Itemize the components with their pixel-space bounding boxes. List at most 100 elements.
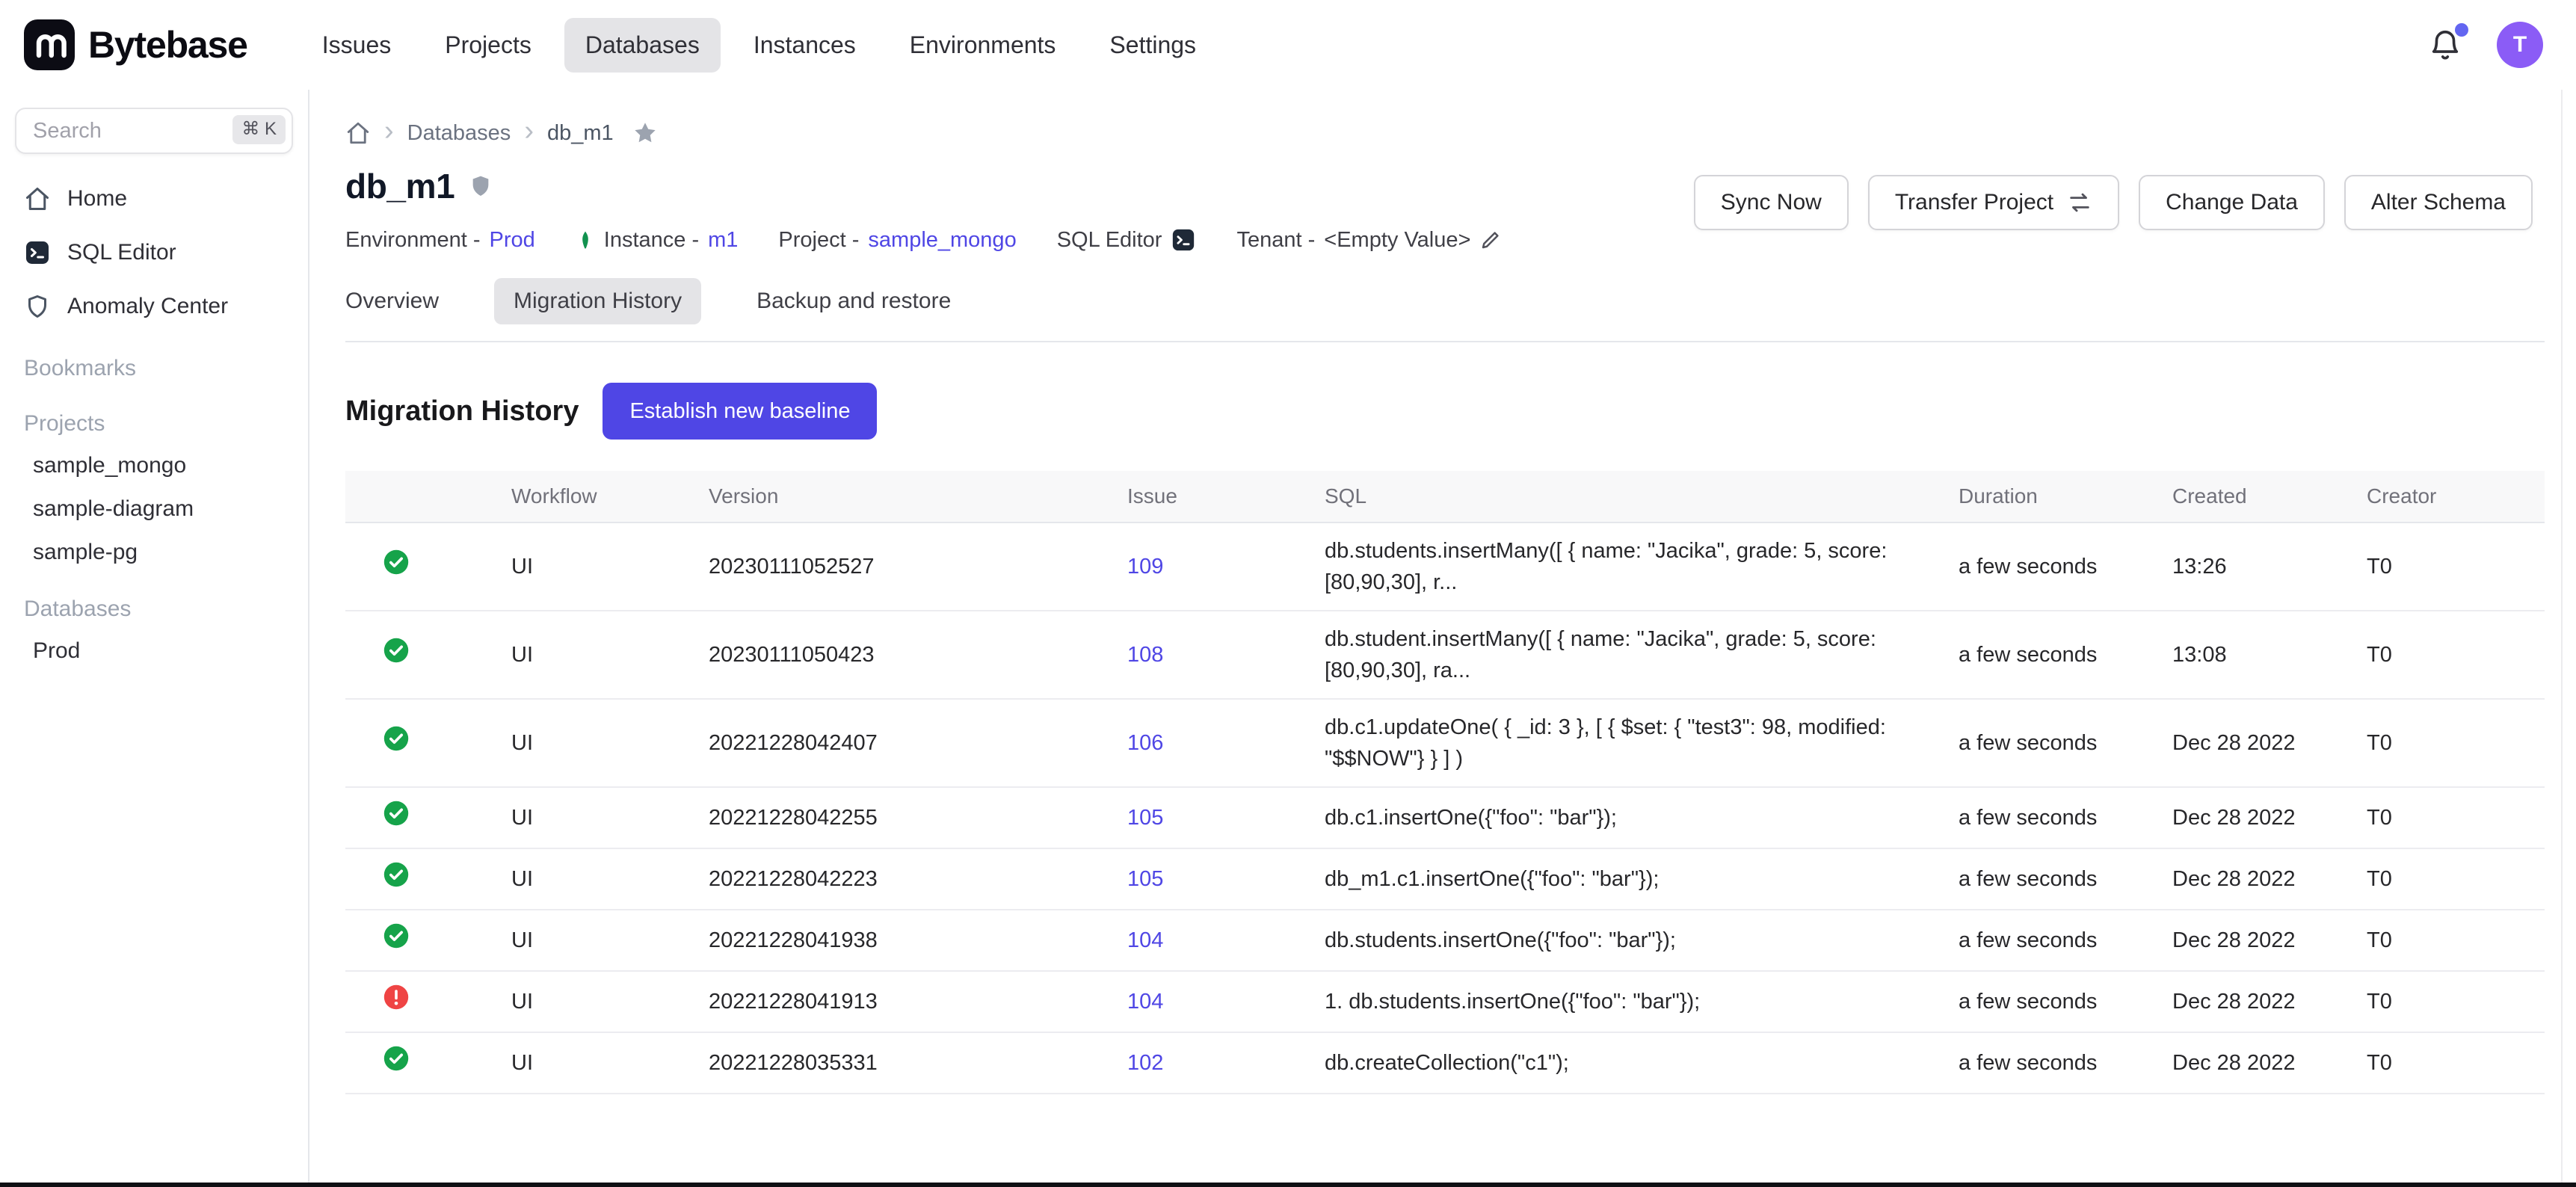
status-cell — [345, 611, 493, 699]
breadcrumb-home-icon[interactable] — [345, 120, 371, 146]
table-header-row: WorkflowVersionIssueSQLDurationCreatedCr… — [345, 471, 2545, 522]
sql-cell: db.students.insertOne({"foo": "bar"}); — [1307, 910, 1941, 971]
table-row[interactable]: UI20221228035331102db.createCollection("… — [345, 1032, 2545, 1094]
establish-baseline-button[interactable]: Establish new baseline — [603, 383, 877, 440]
topbar-right: T — [2424, 22, 2543, 68]
sidebar-item-sample-mongo[interactable]: sample_mongo — [0, 444, 308, 487]
status-cell — [345, 787, 493, 848]
project-link[interactable]: sample_mongo — [868, 228, 1016, 253]
issue-cell: 105 — [1109, 848, 1307, 910]
notifications-button[interactable] — [2424, 23, 2467, 67]
issue-link[interactable]: 102 — [1127, 1051, 1163, 1075]
table-row[interactable]: UI20221228042407106db.c1.updateOne( { _i… — [345, 699, 2545, 787]
button-label: Change Data — [2166, 190, 2298, 215]
column-header-duration: Duration — [1941, 471, 2154, 522]
migration-history-header: Migration History Establish new baseline — [345, 383, 2545, 440]
table-row[interactable]: UI20230111052527109db.students.insertMan… — [345, 522, 2545, 611]
duration-cell: a few seconds — [1941, 522, 2154, 611]
workflow-cell: UI — [493, 522, 691, 611]
creator-cell: T0 — [2349, 910, 2545, 971]
nav-item-instances[interactable]: Instances — [733, 18, 877, 73]
sql-cell: db.createCollection("c1"); — [1307, 1032, 1941, 1094]
instance-link[interactable]: m1 — [708, 228, 738, 253]
issue-link[interactable]: 104 — [1127, 990, 1163, 1014]
sidebar-item-anomaly-center[interactable]: Anomaly Center — [0, 280, 308, 333]
protected-shield-icon — [468, 173, 493, 199]
creator-cell: T0 — [2349, 971, 2545, 1032]
nav-item-issues[interactable]: Issues — [301, 18, 412, 73]
sidebar-item-sql-editor[interactable]: SQL Editor — [0, 226, 308, 280]
workflow-cell: UI — [493, 699, 691, 787]
nav-item-projects[interactable]: Projects — [424, 18, 552, 73]
success-check-icon — [383, 1045, 410, 1072]
avatar[interactable]: T — [2497, 22, 2543, 68]
issue-link[interactable]: 105 — [1127, 867, 1163, 891]
tab-backup-and-restore[interactable]: Backup and restore — [737, 278, 970, 324]
tenant-value: <Empty Value> — [1324, 228, 1470, 253]
breadcrumb-databases[interactable]: Databases — [407, 121, 511, 146]
top-nav: IssuesProjectsDatabasesInstancesEnvironm… — [301, 18, 1217, 73]
edit-tenant-pencil-icon[interactable] — [1479, 229, 1502, 251]
table-row[interactable]: UI20221228042255105db.c1.insertOne({"foo… — [345, 787, 2545, 848]
issue-link[interactable]: 109 — [1127, 555, 1163, 579]
issue-link[interactable]: 104 — [1127, 928, 1163, 952]
nav-item-databases[interactable]: Databases — [564, 18, 721, 73]
table-row[interactable]: UI20230111050423108db.student.insertMany… — [345, 611, 2545, 699]
table-row[interactable]: UI20221228042223105db_m1.c1.insertOne({"… — [345, 848, 2545, 910]
bookmark-star-icon[interactable] — [632, 120, 659, 147]
sql-cell: 1. db.students.insertOne({"foo": "bar"})… — [1307, 971, 1941, 1032]
status-cell — [345, 522, 493, 611]
breadcrumb-current: db_m1 — [547, 121, 614, 146]
column-header-sql: SQL — [1307, 471, 1941, 522]
bytebase-logo-icon — [24, 19, 75, 70]
environment-link[interactable]: Prod — [490, 228, 535, 253]
workflow-cell: UI — [493, 1032, 691, 1094]
sidebar-section-bookmarks: Bookmarks — [0, 333, 308, 389]
version-cell: 20221228041913 — [691, 971, 1109, 1032]
alter-schema-button[interactable]: Alter Schema — [2344, 175, 2533, 230]
duration-cell: a few seconds — [1941, 971, 2154, 1032]
issue-link[interactable]: 105 — [1127, 806, 1163, 830]
version-cell: 20230111050423 — [691, 611, 1109, 699]
tab-migration-history[interactable]: Migration History — [494, 278, 701, 324]
sidebar-item-sample-diagram[interactable]: sample-diagram — [0, 487, 308, 531]
sql-cell: db.students.insertMany([ { name: "Jacika… — [1307, 522, 1941, 611]
sql-editor-icon — [24, 239, 51, 266]
sidebar-item-prod[interactable]: Prod — [0, 629, 308, 673]
success-check-icon — [383, 549, 410, 576]
change-data-button[interactable]: Change Data — [2139, 175, 2325, 230]
success-check-icon — [383, 725, 410, 752]
sql-cell: db.c1.updateOne( { _id: 3 }, [ { $set: {… — [1307, 699, 1941, 787]
nav-item-environments[interactable]: Environments — [889, 18, 1077, 73]
open-sql-editor-icon[interactable] — [1171, 227, 1196, 253]
sidebar-item-home[interactable]: Home — [0, 172, 308, 226]
status-cell — [345, 848, 493, 910]
issue-cell: 102 — [1109, 1032, 1307, 1094]
sidebar-item-sample-pg[interactable]: sample-pg — [0, 531, 308, 574]
transfer-project-button[interactable]: Transfer Project — [1868, 175, 2119, 230]
sidebar: ⌘ K Home SQL Editor Anomaly Center — [0, 90, 309, 1187]
sql-editor-label: SQL Editor — [1057, 228, 1162, 253]
success-check-icon — [383, 800, 410, 827]
duration-cell: a few seconds — [1941, 1032, 2154, 1094]
duration-cell: a few seconds — [1941, 910, 2154, 971]
issue-link[interactable]: 108 — [1127, 643, 1163, 667]
breadcrumb-separator: › — [524, 120, 534, 146]
page-title: db_m1 — [345, 166, 455, 206]
bytebase-logo[interactable]: Bytebase — [24, 19, 247, 70]
tab-overview[interactable]: Overview — [326, 278, 458, 324]
table-row[interactable]: UI20221228041938104db.students.insertOne… — [345, 910, 2545, 971]
button-label: Sync Now — [1721, 190, 1822, 215]
duration-cell: a few seconds — [1941, 848, 2154, 910]
notification-dot — [2455, 23, 2468, 37]
duration-cell: a few seconds — [1941, 699, 2154, 787]
table-row[interactable]: UI202212280419131041. db.students.insert… — [345, 971, 2545, 1032]
nav-item-settings[interactable]: Settings — [1088, 18, 1217, 73]
project-meta: Project - sample_mongo — [778, 228, 1016, 253]
button-label: Transfer Project — [1895, 190, 2053, 215]
sync-now-button[interactable]: Sync Now — [1694, 175, 1849, 230]
creator-cell: T0 — [2349, 699, 2545, 787]
issue-link[interactable]: 106 — [1127, 731, 1163, 755]
brand-name: Bytebase — [88, 23, 247, 67]
scrollbar[interactable] — [2561, 90, 2576, 1187]
